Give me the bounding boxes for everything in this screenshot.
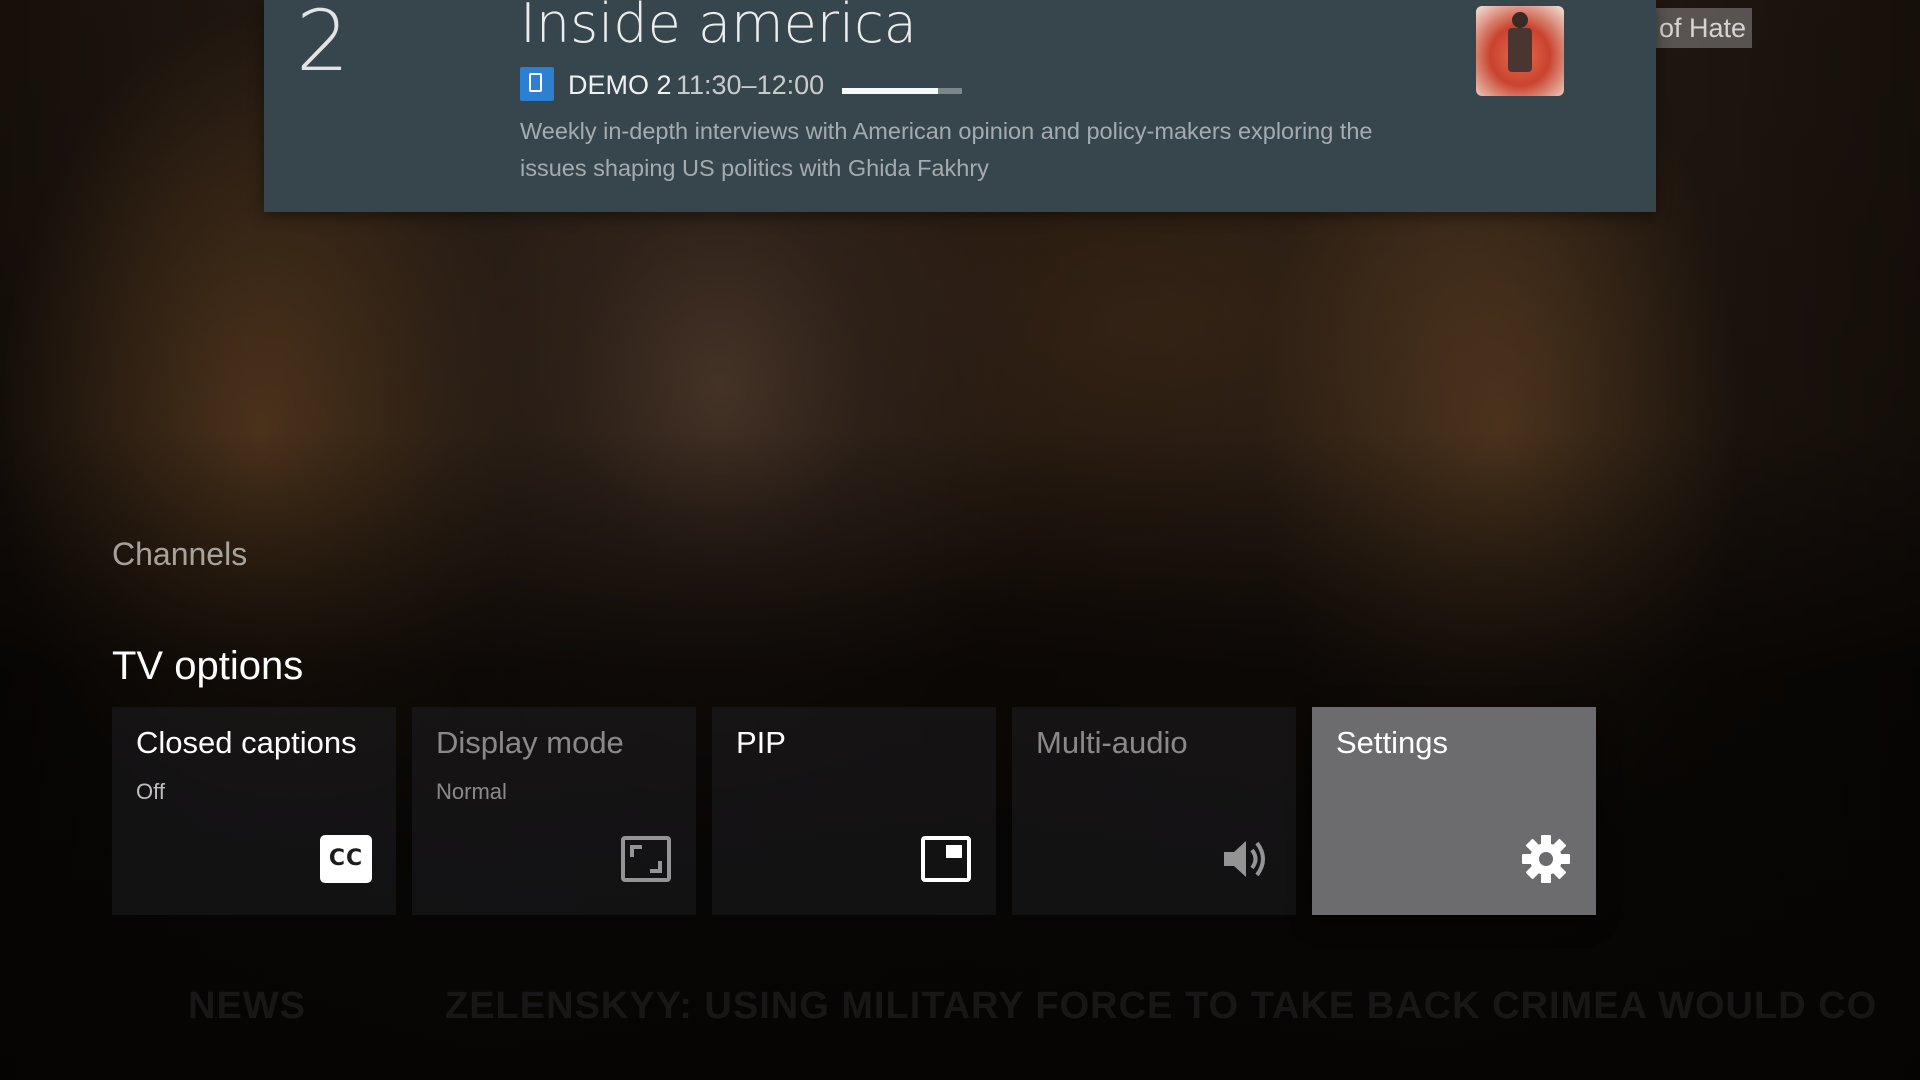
channels-row-label[interactable]: Channels [112, 536, 247, 573]
multi-audio-option[interactable]: Multi-audio [1012, 707, 1296, 915]
channel-number: 2 [296, 0, 350, 90]
closed-captions-icon: CC [320, 835, 372, 883]
program-progress-bar [842, 88, 962, 94]
channel-logo-icon [520, 67, 554, 101]
program-time: 11:30–12:00 [676, 70, 825, 100]
option-title: Multi-audio [1036, 725, 1188, 760]
display-mode-option[interactable]: Display mode Normal [412, 707, 696, 915]
option-title: PIP [736, 725, 786, 760]
settings-option[interactable]: Settings [1312, 707, 1596, 915]
program-title: Inside america [520, 0, 917, 55]
tv-options-heading: TV options [112, 644, 304, 688]
ticker-label: NEWS [188, 985, 306, 1027]
option-title: Display mode [436, 725, 624, 760]
program-description: Weekly in-depth interviews with American… [520, 118, 1373, 181]
program-thumbnail [1476, 6, 1564, 96]
program-progress-fill [842, 88, 938, 94]
speaker-icon [1224, 841, 1265, 877]
news-ticker: NEWS ZELENSKYY: USING MILITARY FORCE TO … [0, 985, 1920, 1035]
picture-in-picture-icon [921, 836, 971, 882]
pip-option[interactable]: PIP [712, 707, 996, 915]
program-info-banner: 2 Inside america DEMO 2 11:30–12:00 Week… [264, 0, 1656, 212]
closed-captions-option[interactable]: Closed captions Off CC [112, 707, 396, 915]
option-title: Closed captions [136, 725, 357, 760]
channel-name: DEMO 2 [568, 70, 672, 100]
gear-icon [1522, 835, 1570, 883]
option-title: Settings [1336, 725, 1449, 760]
option-subtitle: Normal [436, 779, 507, 804]
ticker-text: ZELENSKYY: USING MILITARY FORCE TO TAKE … [445, 985, 1878, 1027]
display-mode-icon [621, 836, 671, 882]
option-subtitle: Off [136, 779, 165, 804]
